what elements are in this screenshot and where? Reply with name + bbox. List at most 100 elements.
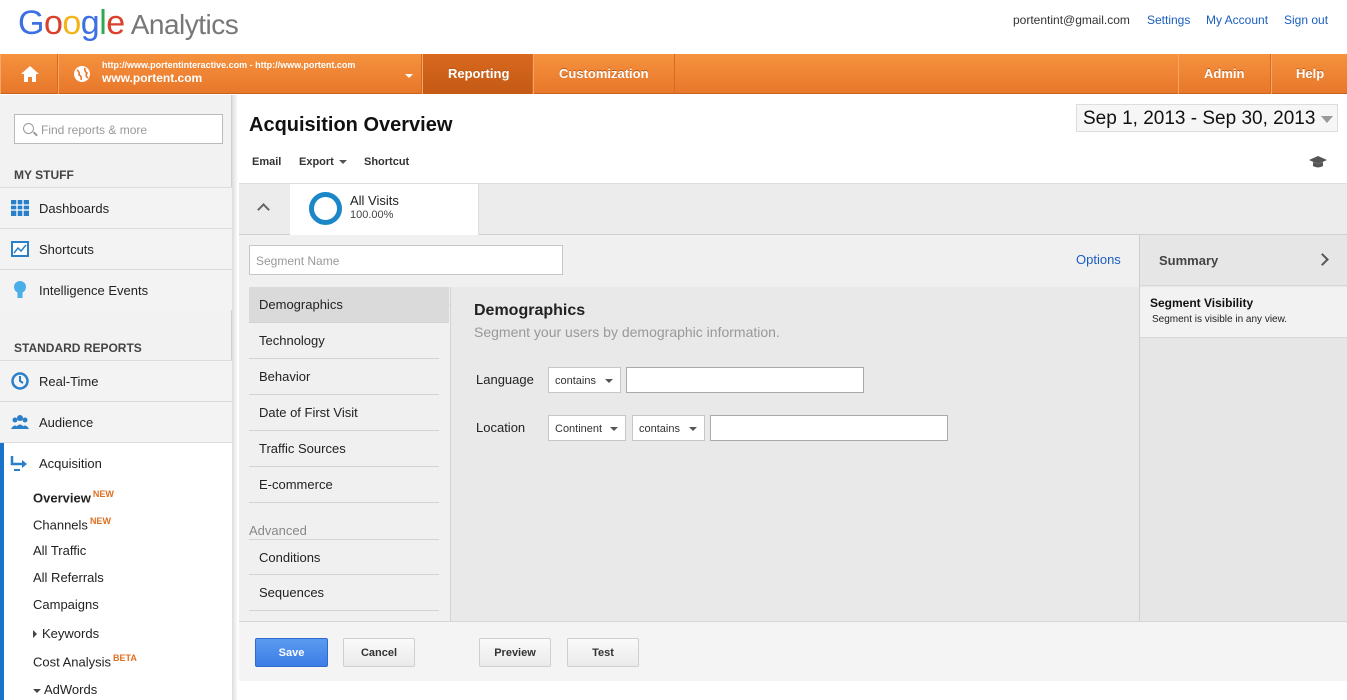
home-icon xyxy=(21,66,39,82)
caret-down-icon xyxy=(33,688,41,693)
segment-donut-icon xyxy=(309,192,342,225)
category-conditions[interactable]: Conditions xyxy=(249,539,439,575)
tab-admin[interactable]: Admin xyxy=(1178,54,1271,94)
home-button[interactable] xyxy=(0,54,58,94)
graduation-cap-icon[interactable] xyxy=(1308,155,1328,169)
chevron-down-icon xyxy=(338,160,347,165)
advanced-heading: Advanced xyxy=(249,523,307,538)
panel-subtitle: Segment your users by demographic inform… xyxy=(474,324,780,340)
new-badge: NEW xyxy=(92,489,114,499)
acquisition-icon xyxy=(10,456,27,471)
sidebar-subitem-cost-analysis[interactable]: Cost Analysis BETA xyxy=(33,653,137,669)
shortcut-button[interactable]: Shortcut xyxy=(364,156,409,168)
category-technology[interactable]: Technology xyxy=(249,323,439,359)
new-badge: NEW xyxy=(89,516,111,526)
sidebar-subitem-adwords[interactable]: AdWords xyxy=(33,682,97,697)
language-operator-select[interactable]: contains xyxy=(548,367,621,393)
search-placeholder: Find reports & more xyxy=(41,123,148,137)
sidebar-item-shortcuts[interactable]: Shortcuts xyxy=(0,228,232,269)
category-date-of-first-visit[interactable]: Date of First Visit xyxy=(249,395,439,431)
chevron-down-icon xyxy=(405,74,413,78)
chevron-down-icon xyxy=(1321,116,1333,123)
standard-reports-heading: STANDARD REPORTS xyxy=(14,341,142,355)
location-value-input[interactable] xyxy=(710,415,948,441)
language-value-input[interactable] xyxy=(626,367,864,393)
realtime-icon xyxy=(11,372,29,390)
date-range-text: Sep 1, 2013 - Sep 30, 2013 xyxy=(1083,108,1316,129)
category-traffic-sources[interactable]: Traffic Sources xyxy=(249,431,439,467)
sidebar-item-real-time[interactable]: Real-Time xyxy=(0,360,232,401)
dashboards-icon xyxy=(11,200,29,216)
location-label: Location xyxy=(476,420,526,435)
property-selector[interactable]: http://www.portentinteractive.com - http… xyxy=(58,54,422,94)
page-title: Acquisition Overview xyxy=(249,114,453,136)
sidebar-item-audience[interactable]: Audience xyxy=(0,401,232,442)
location-operator-select[interactable]: contains xyxy=(632,415,705,441)
demographics-panel: Demographics Segment your users by demog… xyxy=(450,287,1139,621)
google-analytics-logo[interactable]: Google Analytics xyxy=(18,4,239,43)
sidebar-item-acquisition[interactable]: Acquisition xyxy=(0,442,232,483)
chevron-down-icon xyxy=(605,379,613,383)
sidebar-subitem-channels[interactable]: Channels NEW xyxy=(33,516,111,532)
beta-badge: BETA xyxy=(113,653,137,663)
cancel-button[interactable]: Cancel xyxy=(343,638,415,667)
sidebar-subitem-campaigns[interactable]: Campaigns xyxy=(33,597,99,612)
property-url: http://www.portentinteractive.com - http… xyxy=(102,60,356,70)
email-button[interactable]: Email xyxy=(252,156,281,168)
main-nav: http://www.portentinteractive.com - http… xyxy=(0,54,1347,94)
segment-strip: All Visits 100.00% xyxy=(239,183,1347,235)
panel-title: Demographics xyxy=(474,302,586,319)
sidebar-subitem-all-referrals[interactable]: All Referrals xyxy=(33,570,104,585)
my-account-link[interactable]: My Account xyxy=(1206,13,1268,27)
tab-help[interactable]: Help xyxy=(1271,54,1347,94)
category-demographics[interactable]: Demographics xyxy=(249,287,449,323)
collapse-segments-button[interactable] xyxy=(239,184,289,235)
save-button[interactable]: Save xyxy=(255,638,328,667)
account-email: portentint@gmail.com xyxy=(1013,13,1130,27)
sidebar-subitem-all-traffic[interactable]: All Traffic xyxy=(33,543,86,558)
segment-card-all-visits[interactable]: All Visits 100.00% xyxy=(290,184,479,235)
segment-visibility[interactable]: Segment Visibility Segment is visible in… xyxy=(1140,287,1347,338)
sidebar-item-dashboards[interactable]: Dashboards xyxy=(0,187,232,228)
language-label: Language xyxy=(476,372,534,387)
category-sequences[interactable]: Sequences xyxy=(249,575,439,611)
sidebar-subitem-keywords[interactable]: Keywords xyxy=(33,626,99,641)
summary-header[interactable]: Summary xyxy=(1140,235,1347,286)
tab-customization[interactable]: Customization xyxy=(533,54,675,94)
lightbulb-icon xyxy=(14,281,26,298)
sign-out-link[interactable]: Sign out xyxy=(1284,13,1328,27)
chevron-down-icon xyxy=(689,427,697,431)
options-link[interactable]: Options xyxy=(1076,252,1121,267)
settings-link[interactable]: Settings xyxy=(1147,13,1190,27)
top-header: Google Analytics portentint@gmail.com Set… xyxy=(0,0,1347,54)
export-button[interactable]: Export xyxy=(299,156,347,168)
chevron-right-icon xyxy=(1316,253,1329,266)
my-stuff-heading: MY STUFF xyxy=(14,168,74,182)
caret-right-icon xyxy=(33,630,37,638)
sidebar-item-intelligence-events[interactable]: Intelligence Events xyxy=(0,269,232,310)
date-range-picker[interactable]: Sep 1, 2013 - Sep 30, 2013 xyxy=(1076,104,1338,132)
sidebar-divider xyxy=(232,95,238,700)
segment-editor: Segment Name Options Demographics Techno… xyxy=(239,235,1139,621)
sidebar: Find reports & more MY STUFF Dashboards … xyxy=(0,95,232,700)
chevron-up-icon xyxy=(257,203,270,216)
tab-reporting[interactable]: Reporting xyxy=(422,54,533,94)
location-scope-select[interactable]: Continent xyxy=(548,415,626,441)
shortcuts-icon xyxy=(11,241,29,257)
acquisition-submenu: Overview NEW Channels NEW All Traffic All … xyxy=(4,483,232,700)
selected-category-pointer xyxy=(439,287,450,323)
summary-panel: Summary Segment Visibility Segment is vi… xyxy=(1139,235,1347,621)
preview-button[interactable]: Preview xyxy=(479,638,551,667)
globe-icon xyxy=(74,66,90,82)
audience-icon xyxy=(11,415,29,429)
category-behavior[interactable]: Behavior xyxy=(249,359,439,395)
category-e-commerce[interactable]: E-commerce xyxy=(249,467,439,503)
sidebar-subitem-overview[interactable]: Overview NEW xyxy=(33,489,114,505)
find-reports-input[interactable]: Find reports & more xyxy=(14,114,223,144)
property-name: www.portent.com xyxy=(102,71,203,85)
search-icon xyxy=(23,123,34,134)
test-button[interactable]: Test xyxy=(567,638,639,667)
segment-name-input[interactable]: Segment Name xyxy=(249,245,563,275)
chevron-down-icon xyxy=(610,427,618,431)
report-toolbar: Email Export Shortcut xyxy=(239,145,1347,183)
